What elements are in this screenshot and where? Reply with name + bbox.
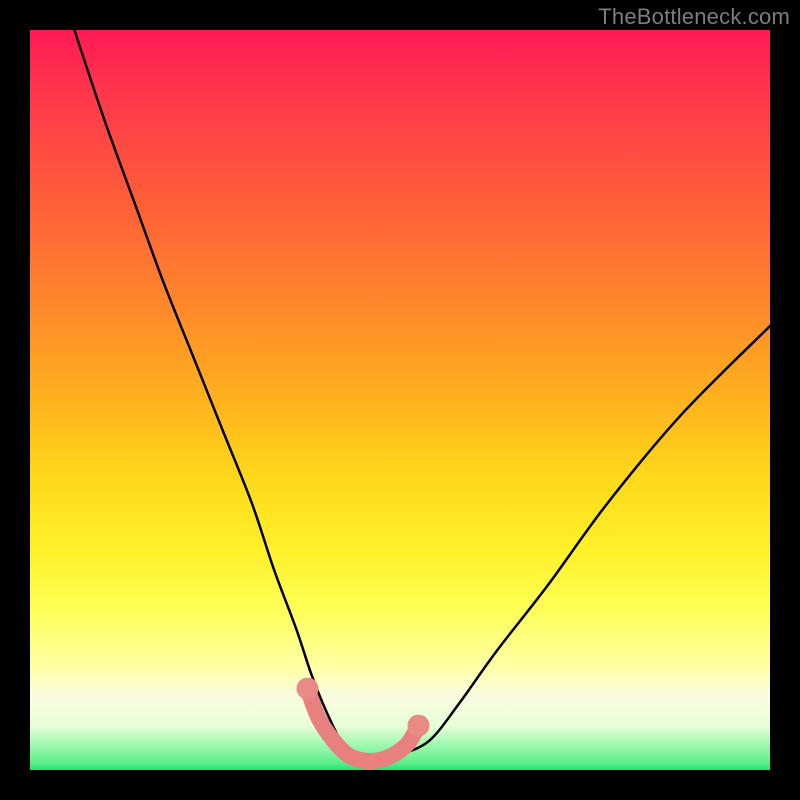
watermark-text: TheBottleneck.com (598, 4, 790, 30)
chart-frame: TheBottleneck.com (0, 0, 800, 800)
chart-svg (30, 30, 770, 770)
plot-area (30, 30, 770, 770)
highlighted-band-line (308, 689, 419, 761)
bottleneck-curve (74, 30, 770, 764)
